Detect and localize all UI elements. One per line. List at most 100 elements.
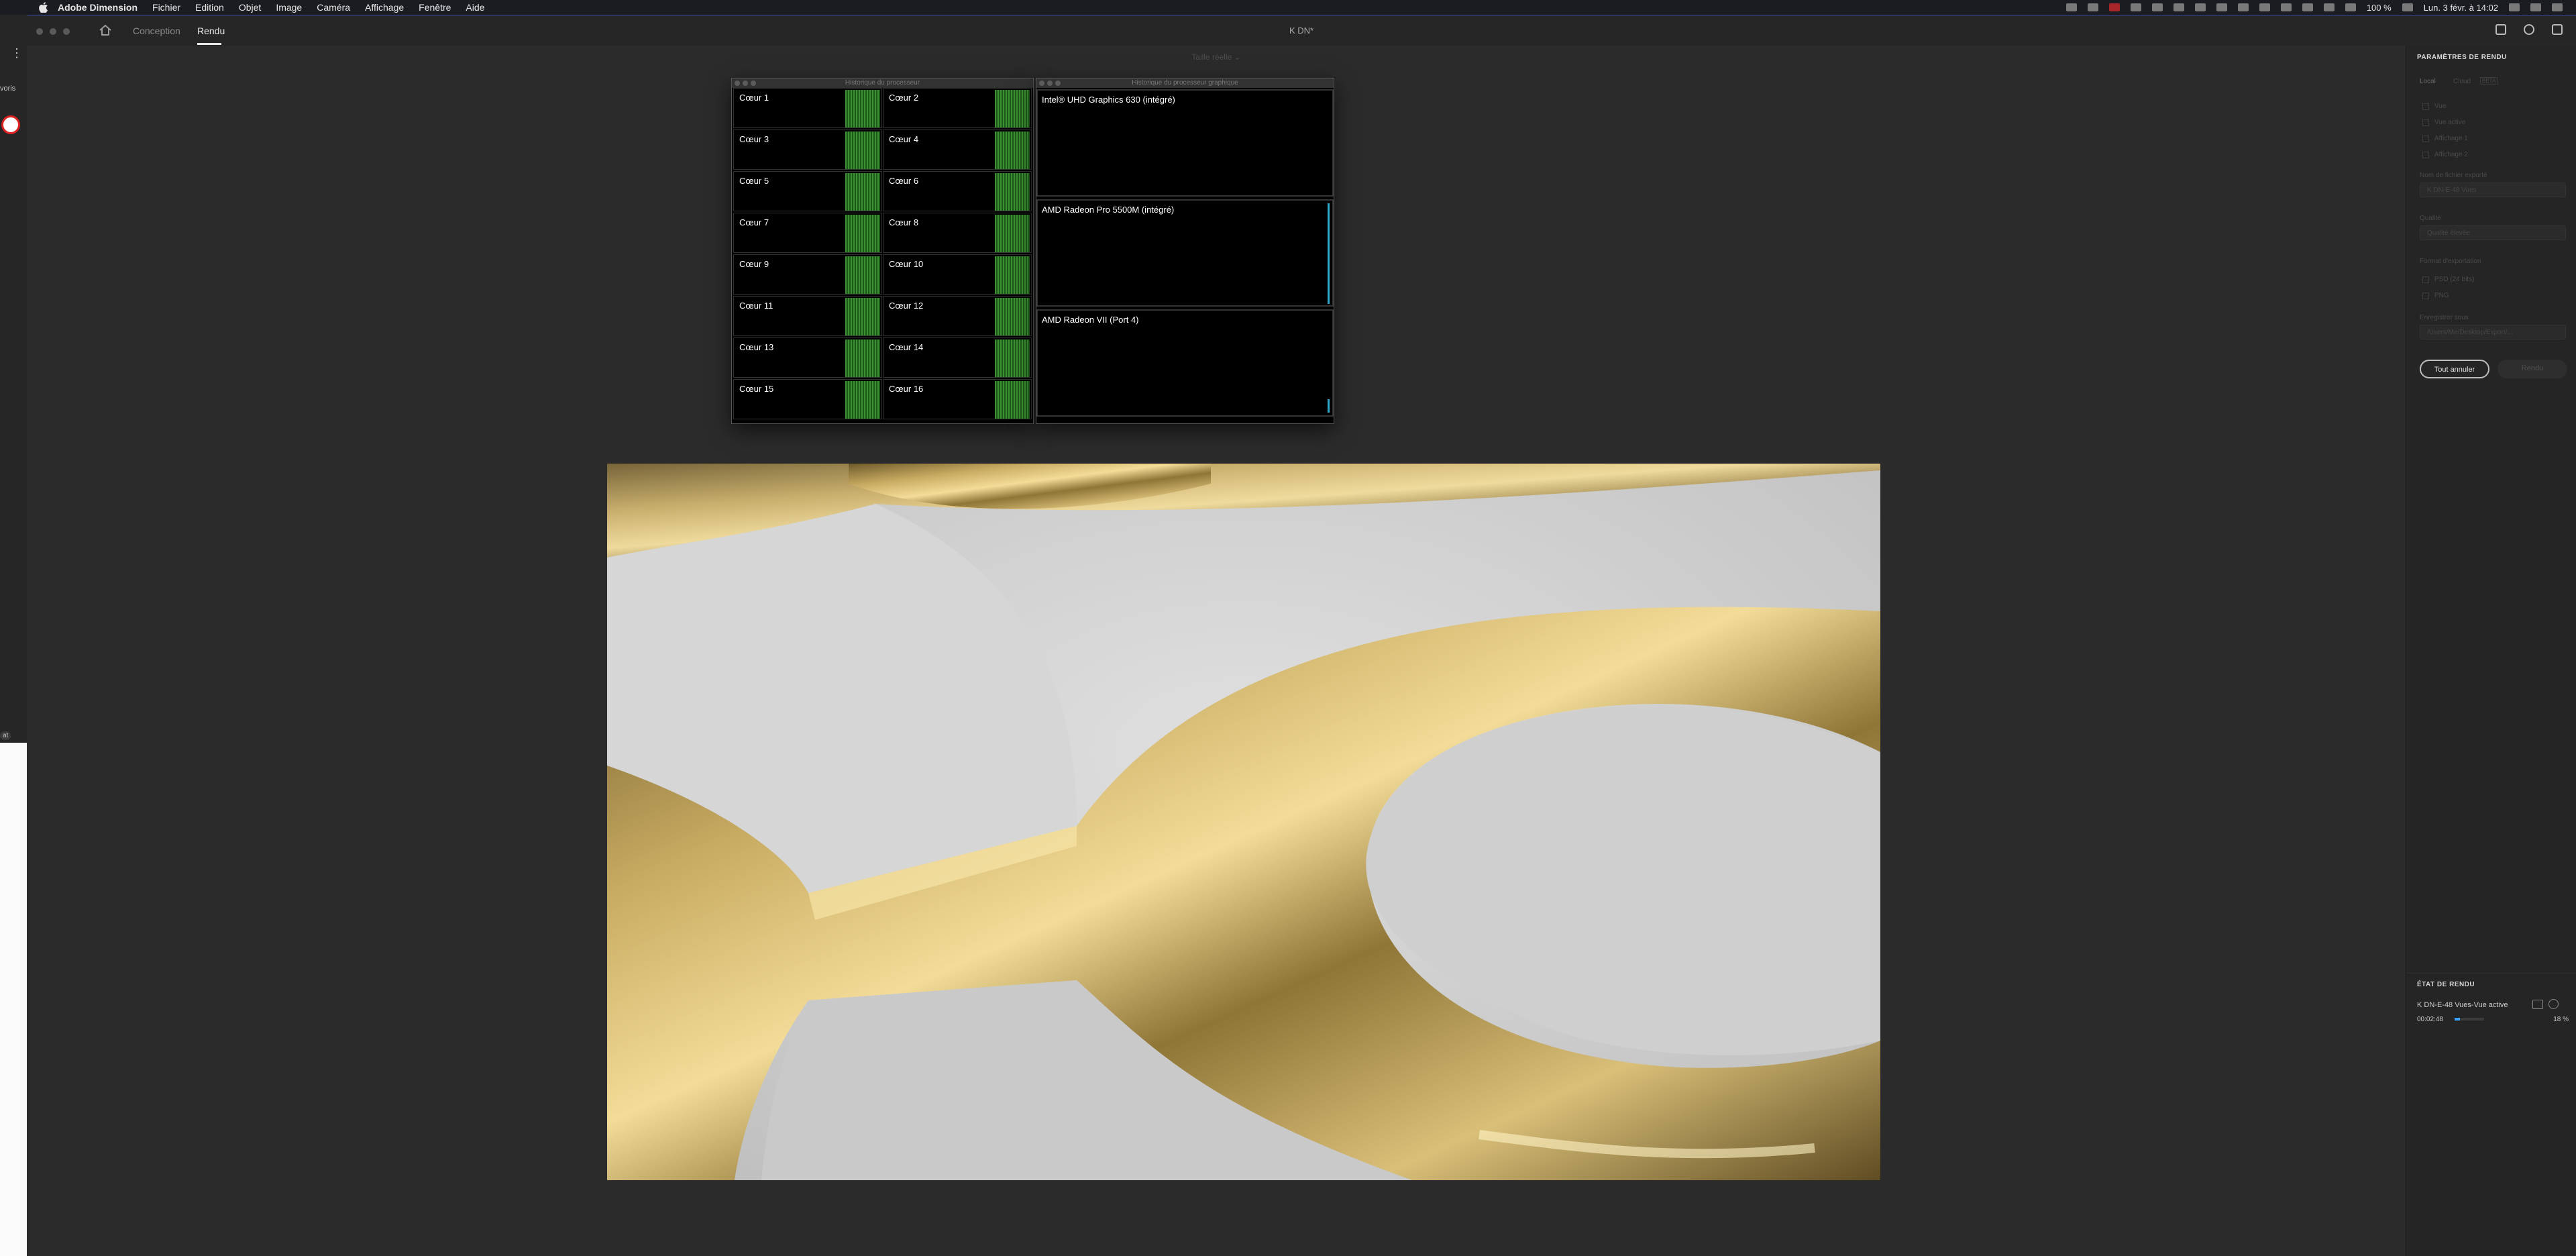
render-status-title[interactable]: ÉTAT DE RENDU xyxy=(2417,981,2475,988)
core-label: Cœur 5 xyxy=(739,176,769,186)
menu-edition[interactable]: Edition xyxy=(195,2,224,13)
volume-icon[interactable] xyxy=(2345,3,2356,11)
format-label: Format d'exportation xyxy=(2420,258,2481,265)
gpu-panes: Intel® UHD Graphics 630 (intégré) AMD Ra… xyxy=(1036,88,1334,422)
vpn-icon[interactable] xyxy=(2302,3,2313,11)
tab-local[interactable]: Local xyxy=(2420,78,2436,85)
cpu-cores-grid: Cœur 1 Cœur 2 Cœur 3 Cœur 4 Cœur 5 Cœur … xyxy=(732,88,1033,422)
sync-icon[interactable] xyxy=(2087,3,2098,11)
gpu-window-titlebar[interactable]: Historique du processeur graphique xyxy=(1036,78,1334,88)
core-load-bar xyxy=(845,381,880,419)
tab-cloud[interactable]: Cloud xyxy=(2453,78,2471,85)
display-icon[interactable] xyxy=(2151,3,2163,11)
battery-percent[interactable]: 100 % xyxy=(2367,3,2392,13)
core-label: Cœur 11 xyxy=(739,301,773,311)
quality-label: Qualité xyxy=(2420,215,2441,222)
menu-camera[interactable]: Caméra xyxy=(317,2,350,13)
core-load-bar xyxy=(845,339,880,377)
globe-icon[interactable] xyxy=(2173,3,2184,11)
save-path-label: Enregistrer sous xyxy=(2420,314,2469,321)
render-preview xyxy=(607,464,1880,1180)
share-icon[interactable] xyxy=(2496,24,2506,35)
core-label: Cœur 2 xyxy=(889,93,919,103)
render-button[interactable]: Rendu xyxy=(2498,360,2567,378)
format-png-label: PNG xyxy=(2434,292,2449,299)
beta-badge: BETA xyxy=(2480,77,2498,85)
checkbox-vue-active[interactable] xyxy=(2422,119,2429,126)
core-cell: Cœur 15 xyxy=(733,379,882,419)
camera-icon[interactable] xyxy=(2532,1000,2543,1009)
checkbox-psd[interactable] xyxy=(2422,276,2429,283)
core-load-bar xyxy=(845,90,880,127)
camera-icon[interactable] xyxy=(2130,3,2141,11)
core-load-bar xyxy=(845,256,880,294)
core-cell: Cœur 2 xyxy=(883,88,1032,128)
cpu-window-titlebar[interactable]: Historique du processeur xyxy=(732,78,1033,88)
core-cell: Cœur 3 xyxy=(733,129,882,170)
checkbox-affichage-2[interactable] xyxy=(2422,152,2429,158)
core-label: Cœur 14 xyxy=(889,342,924,352)
core-load-bar xyxy=(995,339,1030,377)
viewport-toolbar: Taille réelle ⌄ xyxy=(27,46,2406,68)
user-icon[interactable] xyxy=(2530,3,2541,11)
core-load-bar xyxy=(995,132,1030,169)
menu-aide[interactable]: Aide xyxy=(466,2,484,13)
gpu-label: AMD Radeon Pro 5500M (intégré) xyxy=(1042,205,1175,215)
core-cell: Cœur 1 xyxy=(733,88,882,128)
core-cell: Cœur 13 xyxy=(733,337,882,378)
file-name-input[interactable]: K DN-E-48 Vues xyxy=(2420,182,2566,197)
core-cell: Cœur 16 xyxy=(883,379,1032,419)
save-path-input[interactable]: /Users/Me/Desktop/Export/... xyxy=(2420,325,2566,339)
background-window: ⋮ voris at xyxy=(0,15,28,743)
menu-fenetre[interactable]: Fenêtre xyxy=(419,2,451,13)
document-title: K DN* xyxy=(1289,25,1314,36)
checkbox-png[interactable] xyxy=(2422,293,2429,299)
dropbox-icon[interactable] xyxy=(2065,3,2077,11)
core-cell: Cœur 5 xyxy=(733,171,882,211)
render-job-name: K DN-E-48 Vues-Vue active xyxy=(2417,1001,2508,1009)
cancel-all-button[interactable]: Tout annuler xyxy=(2420,360,2489,378)
apple-icon[interactable] xyxy=(39,2,48,13)
more-icon[interactable]: ⋮ xyxy=(11,47,23,59)
core-label: Cœur 13 xyxy=(739,342,774,352)
menu-image[interactable]: Image xyxy=(276,2,302,13)
wifi-icon[interactable] xyxy=(2323,3,2334,11)
menu-bar: Adobe Dimension Fichier Edition Objet Im… xyxy=(0,0,2576,16)
core-load-bar xyxy=(995,90,1030,127)
render-settings-title[interactable]: PARAMÈTRES DE RENDU xyxy=(2417,54,2507,61)
view-label: Affichage 2 xyxy=(2434,151,2468,158)
menu-fichier[interactable]: Fichier xyxy=(152,2,180,13)
menu-objet[interactable]: Objet xyxy=(239,2,261,13)
app-header: Conception Rendu K DN* xyxy=(27,16,2576,46)
bluetooth-icon[interactable] xyxy=(2280,3,2292,11)
menu-affichage[interactable]: Affichage xyxy=(365,2,404,13)
background-window-content xyxy=(0,743,27,1256)
core-label: Cœur 10 xyxy=(889,259,924,269)
checkbox-vue[interactable] xyxy=(2422,103,2429,110)
core-load-bar xyxy=(845,132,880,169)
search-icon[interactable] xyxy=(2509,3,2520,11)
gpu-load-meter xyxy=(1328,203,1330,304)
cancel-render-icon[interactable] xyxy=(2548,999,2559,1009)
core-label: Cœur 4 xyxy=(889,134,919,144)
grid-icon[interactable] xyxy=(2216,3,2227,11)
core-label: Cœur 16 xyxy=(889,384,924,394)
feedback-icon[interactable] xyxy=(2552,24,2563,35)
battery-icon[interactable] xyxy=(2402,3,2413,11)
quality-select[interactable]: Qualité élevée xyxy=(2420,225,2566,240)
background-window-badge: at xyxy=(0,731,11,740)
mail-icon[interactable] xyxy=(2237,3,2249,11)
core-load-bar xyxy=(845,298,880,335)
adobe-cc-icon[interactable] xyxy=(2108,3,2120,11)
dropbox-alt-icon[interactable] xyxy=(2194,3,2206,11)
checkbox-affichage-1[interactable] xyxy=(2422,136,2429,142)
clock[interactable]: Lun. 3 févr. à 14:02 xyxy=(2424,3,2498,13)
control-center-icon[interactable] xyxy=(2552,3,2563,11)
zoom-dropdown[interactable]: Taille réelle ⌄ xyxy=(27,52,2406,62)
help-icon[interactable] xyxy=(2524,24,2534,35)
app-menu[interactable]: Adobe Dimension xyxy=(58,2,138,13)
gpu-label: Intel® UHD Graphics 630 (intégré) xyxy=(1042,95,1175,105)
time-machine-icon[interactable] xyxy=(2259,3,2270,11)
render-panel: PARAMÈTRES DE RENDU Local Cloud BETA Vue… xyxy=(2406,46,2576,1256)
gpu-load-meter xyxy=(1328,399,1330,413)
